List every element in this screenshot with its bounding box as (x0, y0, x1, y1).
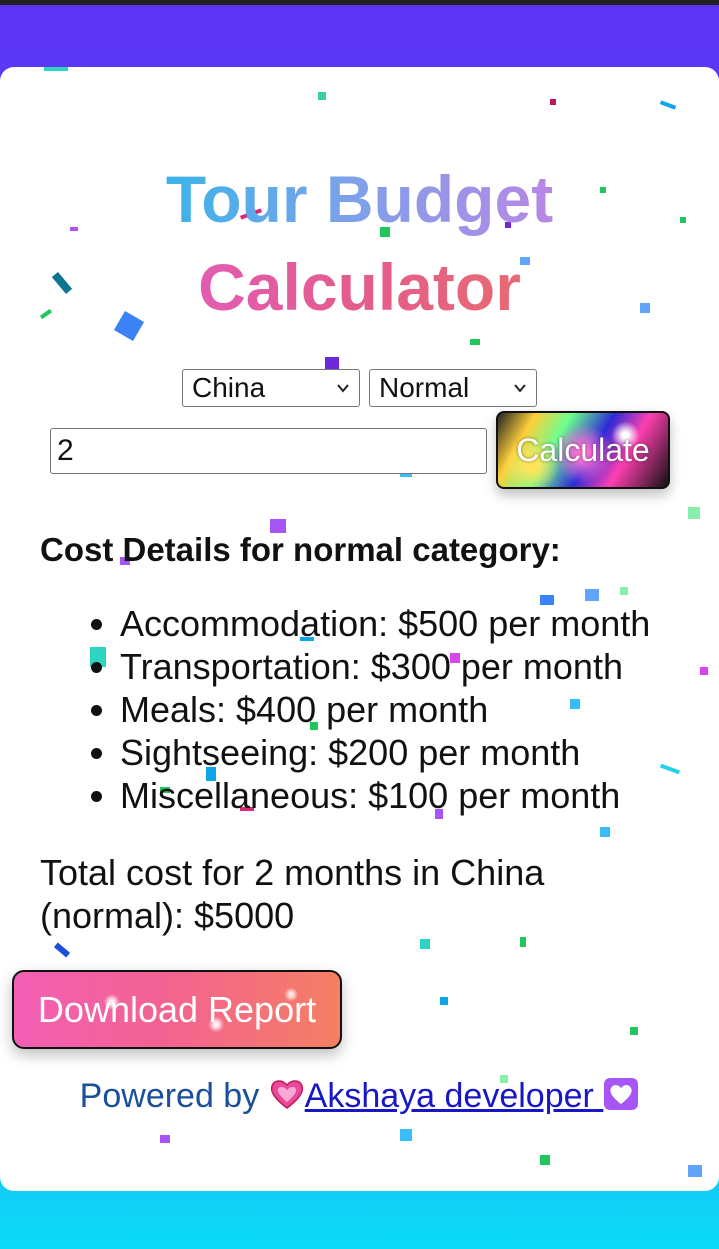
list-item: Sightseeing: $200 per month (120, 731, 650, 774)
list-item: Miscellaneous: $100 per month (120, 774, 650, 817)
calculate-button[interactable]: Calculate (496, 411, 670, 489)
page-title-line1: Tour Budget (166, 155, 553, 243)
country-select-value: China (192, 372, 266, 403)
developer-link-text: Akshaya developer (304, 1077, 594, 1115)
chevron-down-icon (514, 384, 526, 393)
developer-link[interactable]: Akshaya developer (269, 1077, 640, 1115)
powered-by-label: Powered by (79, 1077, 260, 1115)
list-item: Transportation: $300 per month (120, 645, 650, 688)
pink-heart-icon (270, 1080, 303, 1109)
calculator-card: Tour Budget Calculator China Normal 2 Ca… (0, 67, 719, 1191)
cost-list: Accommodation: $500 per month Transporta… (40, 602, 650, 817)
download-report-button[interactable]: Download Report (12, 970, 342, 1049)
total-cost-text: Total cost for 2 months in China (normal… (40, 852, 545, 936)
cost-details-heading: Cost Details for normal category: (40, 531, 561, 568)
status-bar-line (0, 0, 719, 5)
country-select[interactable]: China (182, 369, 360, 407)
page-title-line2: Calculator (198, 243, 521, 331)
powered-by-footer: Powered by Akshaya developer (0, 1074, 719, 1118)
months-input[interactable]: 2 (50, 428, 487, 474)
list-item: Meals: $400 per month (120, 688, 650, 731)
category-select-value: Normal (379, 372, 470, 403)
category-select[interactable]: Normal (369, 369, 537, 407)
list-item: Accommodation: $500 per month (120, 602, 650, 645)
white-heart-icon (604, 1078, 639, 1110)
chevron-down-icon (337, 384, 349, 393)
page-title: Tour Budget Calculator (0, 155, 719, 331)
